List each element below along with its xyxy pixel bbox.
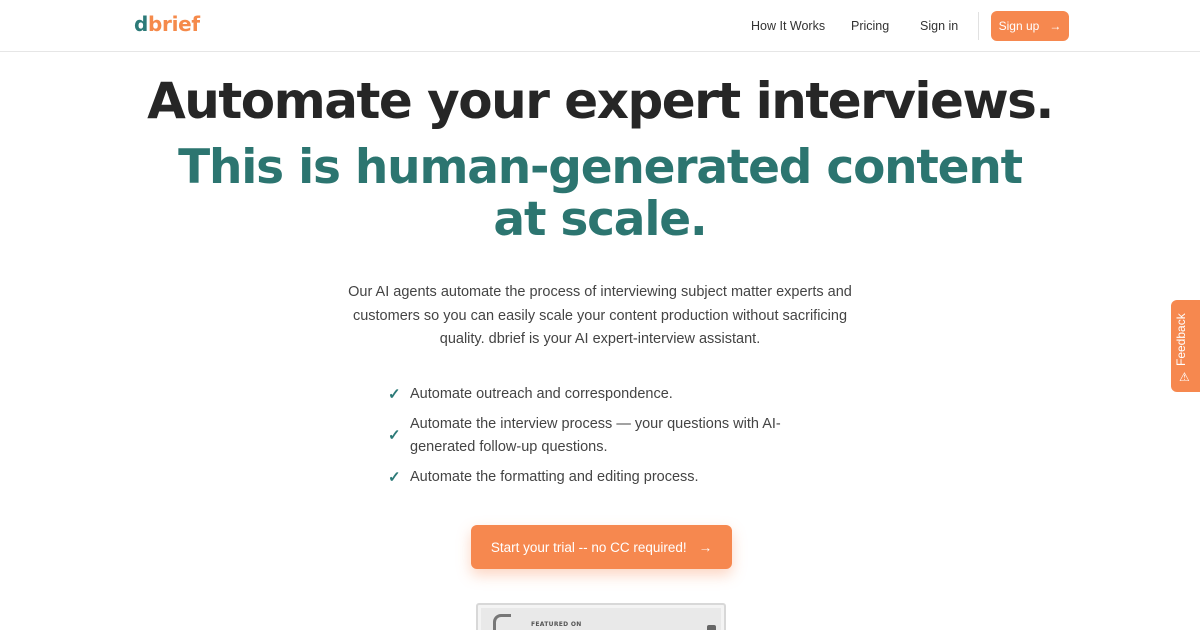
- check-icon: ✓: [388, 427, 401, 445]
- feature-item: ✓ Automate the interview process — your …: [388, 413, 788, 460]
- check-icon: ✓: [388, 468, 401, 486]
- featured-block: [707, 625, 716, 630]
- feedback-tab[interactable]: Feedback ⚠: [1171, 300, 1200, 392]
- feature-item: ✓ Automate outreach and correspondence.: [388, 383, 808, 407]
- logo-rest: brief: [148, 12, 200, 36]
- feature-text: Automate outreach and correspondence.: [410, 386, 673, 402]
- hero-lead: Our AI agents automate the process of in…: [348, 284, 852, 347]
- feature-item: ✓ Automate the formatting and editing pr…: [388, 466, 808, 490]
- site-header: dbrief How It Works Pricing Sign in Sign…: [0, 0, 1200, 52]
- featured-on-image: FEATURED ON: [476, 603, 726, 630]
- logo-prefix: d: [134, 12, 149, 36]
- nav-how-it-works[interactable]: How It Works: [751, 19, 825, 33]
- check-icon: ✓: [388, 386, 401, 403]
- logo[interactable]: dbrief: [134, 12, 200, 36]
- hero-subheadline: This is human-generated content at scale…: [178, 140, 1023, 247]
- warning-icon: ⚠: [1179, 370, 1190, 384]
- signup-label: Sign up: [998, 19, 1040, 33]
- feedback-label: Feedback: [1174, 313, 1188, 366]
- cta-label: Start your trial -- no CC required!: [490, 539, 687, 555]
- feature-list: ✓ Automate outreach and correspondence. …: [388, 383, 808, 495]
- hero-headline: Automate your expert interviews.: [147, 72, 1054, 130]
- mascot-figure: [493, 614, 511, 630]
- nav-pricing[interactable]: Pricing: [851, 19, 889, 33]
- arrow-right-icon: →: [698, 539, 713, 555]
- feature-text: Automate the interview process — your qu…: [410, 415, 781, 456]
- featured-label: FEATURED ON: [531, 621, 582, 628]
- nav-divider: [978, 12, 979, 40]
- signup-button[interactable]: Sign up →: [991, 11, 1069, 41]
- start-trial-button[interactable]: Start your trial -- no CC required! →: [471, 525, 732, 569]
- arrow-right-icon: →: [1049, 19, 1062, 33]
- feature-text: Automate the formatting and editing proc…: [410, 468, 699, 485]
- nav-sign-in[interactable]: Sign in: [920, 19, 958, 33]
- featured-image-inner: FEATURED ON: [481, 608, 721, 630]
